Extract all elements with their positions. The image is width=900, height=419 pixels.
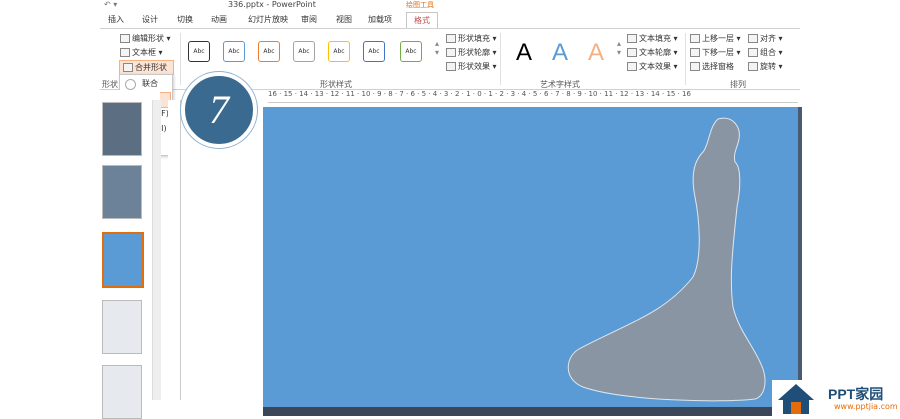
selection-pane-label: 选择窗格 xyxy=(702,62,734,71)
selection-pane-icon xyxy=(690,62,700,71)
ruler-labels: 16 · 15 · 14 · 13 · 12 · 11 · 10 · 9 · 8… xyxy=(268,90,691,98)
tab-transitions[interactable]: 切换 xyxy=(177,14,193,25)
shape-effects-button[interactable]: 形状效果 ▾ xyxy=(446,61,497,72)
text-outline-button[interactable]: 文本轮廓 ▾ xyxy=(627,47,678,58)
thumbnail-scrollbar[interactable] xyxy=(152,100,161,400)
tab-animations[interactable]: 动画 xyxy=(211,14,227,25)
shape-style-preset-2[interactable]: Abc xyxy=(223,41,245,62)
wordart-style-1[interactable]: A xyxy=(516,39,532,67)
send-backward-button[interactable]: 下移一层 ▾ xyxy=(690,47,741,58)
shape-outline-button[interactable]: 形状轮廓 ▾ xyxy=(446,47,497,58)
slide-thumbnail-selected[interactable] xyxy=(102,232,144,288)
send-backward-icon xyxy=(690,48,700,57)
horizontal-ruler: 16 · 15 · 14 · 13 · 12 · 11 · 10 · 9 · 8… xyxy=(268,90,798,103)
group-label-wordart: 艺术字样式 xyxy=(540,80,580,89)
text-effects-button[interactable]: 文本效果 ▾ xyxy=(627,61,678,72)
align-label: 对齐 xyxy=(760,34,776,43)
paint-bucket-icon xyxy=(446,34,456,43)
text-effects-label: 文本效果 xyxy=(639,62,671,71)
slide-thumbnail[interactable] xyxy=(102,365,142,419)
selection-pane-button[interactable]: 选择窗格 xyxy=(690,61,734,72)
shape-style-preset-4[interactable]: Abc xyxy=(293,41,315,62)
shape-fill-label: 形状填充 xyxy=(458,34,490,43)
pen-icon xyxy=(446,48,456,57)
edit-shape-label: 编辑形状 xyxy=(132,34,164,43)
dress-shape xyxy=(567,117,766,402)
shape-effects-label: 形状效果 xyxy=(458,62,490,71)
send-backward-label: 下移一层 xyxy=(702,48,734,57)
shape-outline-label: 形状轮廓 xyxy=(458,48,490,57)
merge-shapes-label: 合并形状 xyxy=(135,63,167,72)
divider xyxy=(180,33,181,85)
effects-icon xyxy=(446,62,456,71)
slide-canvas[interactable] xyxy=(263,107,798,407)
merge-shapes-icon xyxy=(123,63,133,72)
text-outline-label: 文本轮廓 xyxy=(639,48,671,57)
text-fill-button[interactable]: 文本填充 ▾ xyxy=(627,33,678,44)
watermark-name: PPT家园 xyxy=(828,386,884,402)
vertical-ruler xyxy=(168,100,181,400)
window-title: 336.pptx - PowerPoint xyxy=(228,0,316,9)
shape-style-preset-5[interactable]: Abc xyxy=(328,41,350,62)
slide-edge xyxy=(263,407,798,416)
group-button[interactable]: 组合 ▾ xyxy=(748,47,783,58)
tab-review[interactable]: 审阅 xyxy=(301,14,317,25)
tab-slideshow[interactable]: 幻灯片放映 xyxy=(248,14,288,25)
slide-thumbnail[interactable] xyxy=(102,102,142,156)
style-gallery-scroll[interactable]: ▴ ▾ xyxy=(435,39,439,57)
text-fill-label: 文本填充 xyxy=(639,34,671,43)
tab-insert[interactable]: 插入 xyxy=(108,14,124,25)
slide-thumbnail[interactable] xyxy=(102,165,142,219)
text-box-label: 文本框 xyxy=(132,48,156,57)
shape-style-preset-7[interactable]: Abc xyxy=(400,41,422,62)
union-icon xyxy=(125,79,136,90)
bring-forward-icon xyxy=(690,34,700,43)
merge-shapes-button[interactable]: 合并形状 ▾ xyxy=(119,60,174,85)
divider xyxy=(500,33,501,85)
rotate-label: 旋转 xyxy=(760,62,776,71)
wordart-style-2[interactable]: A xyxy=(552,39,568,67)
wordart-gallery-scroll[interactable]: ▴ ▾ xyxy=(617,39,621,57)
rotate-icon xyxy=(748,62,758,71)
tab-design[interactable]: 设计 xyxy=(142,14,158,25)
quick-access-toolbar[interactable]: ↶ ▾ xyxy=(104,0,117,9)
text-effects-icon xyxy=(627,62,637,71)
group-label: 组合 xyxy=(760,48,776,57)
edit-shape-icon xyxy=(120,34,130,43)
shape-fill-button[interactable]: 形状填充 ▾ xyxy=(446,33,497,44)
bring-forward-button[interactable]: 上移一层 ▾ xyxy=(690,33,741,44)
align-button[interactable]: 对齐 ▾ xyxy=(748,33,783,44)
step-number-badge: 7 xyxy=(181,72,257,148)
bring-forward-label: 上移一层 xyxy=(702,34,734,43)
context-tools-label: 绘图工具 xyxy=(406,1,434,9)
shape-style-preset-1[interactable]: Abc xyxy=(188,41,210,62)
text-box-icon xyxy=(120,48,130,57)
tab-view[interactable]: 视图 xyxy=(336,14,352,25)
slide-edge xyxy=(798,107,802,407)
divider xyxy=(685,33,686,85)
text-outline-icon xyxy=(627,48,637,57)
slide-thumbnail[interactable] xyxy=(102,300,142,354)
slide-thumbnail-pane xyxy=(100,90,160,419)
edit-shape-button[interactable]: 编辑形状 ▾ xyxy=(120,33,171,44)
shape-style-preset-6[interactable]: Abc xyxy=(363,41,385,62)
text-fill-icon xyxy=(627,34,637,43)
house-logo-icon xyxy=(778,384,814,414)
shape-style-preset-3[interactable]: Abc xyxy=(258,41,280,62)
dress-silhouette-shape[interactable] xyxy=(263,107,798,407)
rotate-button[interactable]: 旋转 ▾ xyxy=(748,61,783,72)
tab-addins[interactable]: 加载项 xyxy=(368,14,392,25)
align-icon xyxy=(748,34,758,43)
wordart-style-3[interactable]: A xyxy=(588,39,604,67)
text-box-button[interactable]: 文本框 ▾ xyxy=(120,47,163,58)
title-bar xyxy=(100,0,800,10)
group-label-shapes: 形状 xyxy=(102,80,118,89)
menu-item-union[interactable]: 联合(U) xyxy=(122,77,169,102)
ribbon-tabs: 插入 设计 切换 动画 幻灯片放映 审阅 视图 加载项 格式 xyxy=(100,12,800,28)
group-label-arrange: 排列 xyxy=(730,80,746,89)
tab-format[interactable]: 格式 xyxy=(406,12,438,28)
watermark-url: www.pptjia.com xyxy=(834,402,898,411)
group-icon xyxy=(748,48,758,57)
group-label-shape-styles: 形状样式 xyxy=(320,80,352,89)
